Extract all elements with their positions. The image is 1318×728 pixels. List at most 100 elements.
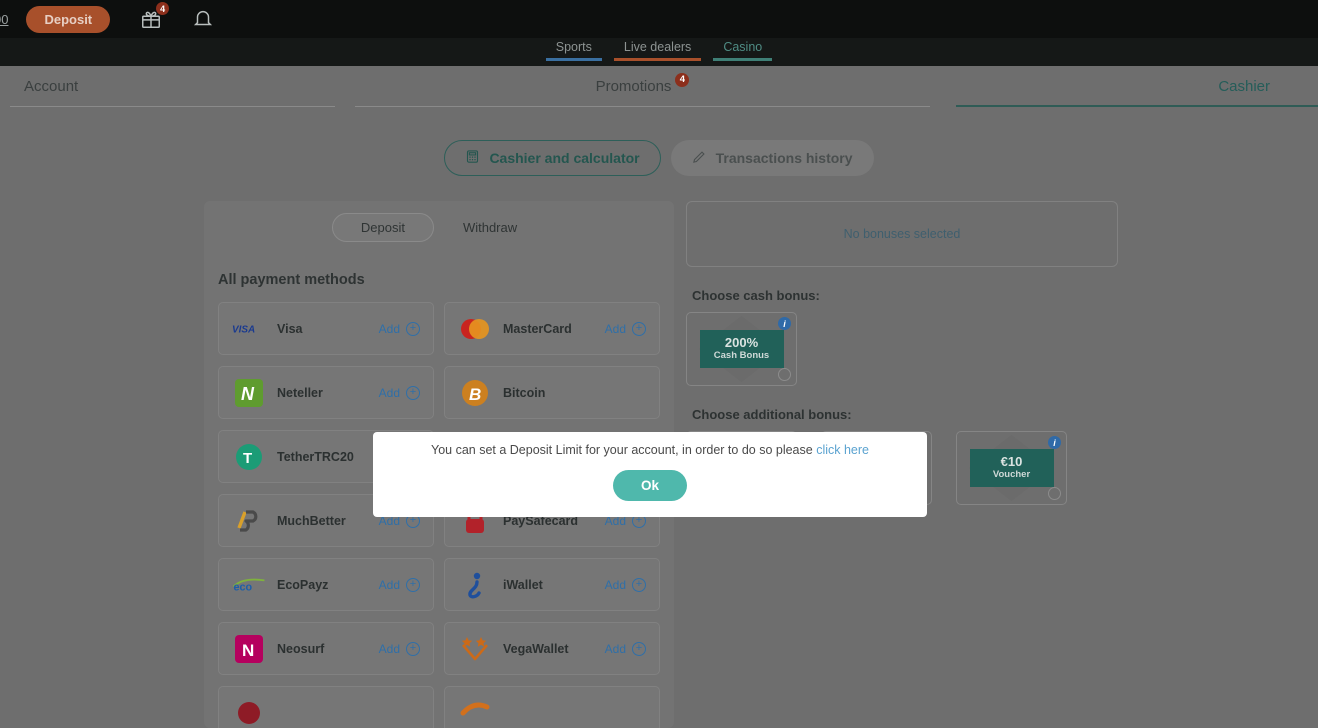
deposit-withdraw-toggle: Deposit Withdraw [204,201,674,242]
tab-account[interactable]: Account [0,66,345,107]
payment-method-name: EcoPayz [277,577,329,592]
bitcoin-logo: B [458,376,492,410]
payment-method-neosurf[interactable]: N Neosurf Add + [218,622,434,675]
toggle-withdraw[interactable]: Withdraw [434,213,546,242]
payment-method-bitcoin[interactable]: B Bitcoin [444,366,660,419]
calculator-icon [465,149,480,167]
add-label: Add [378,321,400,336]
payment-method-neteller[interactable]: N Neteller Add + [218,366,434,419]
payment-method-partial-right[interactable] [444,686,660,728]
payment-method-name: TetherTRC20 [277,449,354,464]
bonus-card-cash-200[interactable]: 200% Cash Bonus i [686,312,797,386]
payment-method-iwallet[interactable]: iWallet Add + [444,558,660,611]
ecopayz-logo: eco [232,568,266,602]
add-iwallet-button[interactable]: Add + [604,577,646,592]
payment-method-visa[interactable]: VISA Visa Add + [218,302,434,355]
bonus-amount: €10 [1000,454,1023,470]
nav-item-live-dealers[interactable]: Live dealers [608,38,707,62]
modal-ok-button[interactable]: Ok [612,470,687,501]
add-neosurf-button[interactable]: Add + [378,641,420,656]
add-label: Add [378,641,400,656]
mastercard-logo [458,312,492,346]
add-ecopayz-button[interactable]: Add + [378,577,420,592]
plus-icon: + [632,577,646,592]
tab-underline [355,106,930,107]
add-vegawallet-button[interactable]: Add + [604,641,646,656]
nav-item-casino[interactable]: Casino [707,38,778,62]
deposit-button[interactable]: Deposit [26,5,111,33]
svg-text:T: T [243,450,252,467]
muchbetter-logo [232,504,266,538]
svg-text:B: B [469,385,481,404]
tab-transactions-history[interactable]: Transactions history [670,140,874,176]
cashier-subtabs: Cashier and calculator Transactions hist… [0,140,1318,176]
no-bonuses-box: No bonuses selected [686,201,1118,267]
neteller-logo: N [232,376,266,410]
subtab-label: Cashier and calculator [489,150,640,166]
nav-label: Sports [555,40,592,54]
payment-method-name: Bitcoin [503,385,546,400]
payment-method-name: Neosurf [277,641,325,656]
tab-cashier-and-calculator[interactable]: Cashier and calculator [444,140,661,176]
add-label: Add [604,321,626,336]
svg-text:N: N [241,384,255,404]
tab-label: Cashier [1218,78,1270,95]
add-mastercard-button[interactable]: Add + [604,321,646,336]
svg-text:VISA: VISA [232,324,255,335]
bonus-card-voucher-10[interactable]: €10 Voucher i [956,431,1067,505]
modal-message: You can set a Deposit Limit for your acc… [431,443,869,457]
deposit-limit-modal: You can set a Deposit Limit for your acc… [373,432,927,517]
svg-text:eco: eco [234,581,253,593]
balance-amount[interactable]: 00 [0,12,8,27]
info-icon[interactable]: i [778,317,791,330]
page-root: 00 Deposit 4 Sports Live dealers Casino [0,0,1318,728]
payment-methods-title: All payment methods [218,272,365,288]
bonus-radio[interactable] [1048,487,1061,500]
nav-item-sports[interactable]: Sports [540,38,608,62]
no-bonuses-label: No bonuses selected [843,227,961,241]
add-label: Add [604,577,626,592]
tab-underline [10,106,335,107]
top-bar: 00 Deposit 4 [0,0,1318,38]
nav-label: Live dealers [623,40,692,54]
nav-underline-casino [713,58,773,61]
bonus-type: Cash Bonus [713,350,770,361]
toggle-deposit[interactable]: Deposit [331,213,434,242]
gift-badge: 4 [156,2,170,15]
payment-method-partial-left[interactable] [218,686,434,728]
payment-method-vegawallet[interactable]: VegaWallet Add + [444,622,660,675]
add-label: Add [604,641,626,656]
gift-icon[interactable]: 4 [140,2,170,30]
tab-cashier[interactable]: Cashier [940,66,1318,107]
vegawallet-logo [458,632,492,666]
choose-additional-bonus-label: Choose additional bonus: [692,407,852,422]
choose-cash-bonus-label: Choose cash bonus: [692,288,820,303]
partial-logo-left [232,696,266,728]
nav-underline-live-dealers [613,58,702,61]
nav-label: Casino [723,40,763,54]
visa-logo: VISA [232,312,266,346]
payment-method-name: MasterCard [503,321,572,336]
tab-promotions[interactable]: Promotions 4 [345,66,940,107]
payment-method-mastercard[interactable]: MasterCard Add + [444,302,660,355]
bonus-radio[interactable] [778,368,791,381]
partial-logo-right [458,696,492,728]
iwallet-logo [458,568,492,602]
plus-icon: + [632,641,646,656]
tab-label: Account [24,78,79,95]
nav-underline-sports [545,58,602,61]
info-icon[interactable]: i [1048,436,1061,449]
add-neteller-button[interactable]: Add + [379,385,420,400]
bell-icon[interactable] [192,8,214,30]
neosurf-logo: N [232,632,266,666]
primary-nav: Sports Live dealers Casino [0,38,1318,66]
add-label: Add [378,577,400,592]
tab-underline-active [956,105,1318,107]
pencil-icon [692,149,707,167]
payment-method-ecopayz[interactable]: eco EcoPayz Add + [218,558,434,611]
plus-icon: + [406,641,420,656]
payment-method-name: Visa [277,321,303,336]
modal-link-click-here[interactable]: click here [816,443,869,457]
add-visa-button[interactable]: Add + [378,321,420,336]
bonus-amount: 200% [724,335,759,351]
